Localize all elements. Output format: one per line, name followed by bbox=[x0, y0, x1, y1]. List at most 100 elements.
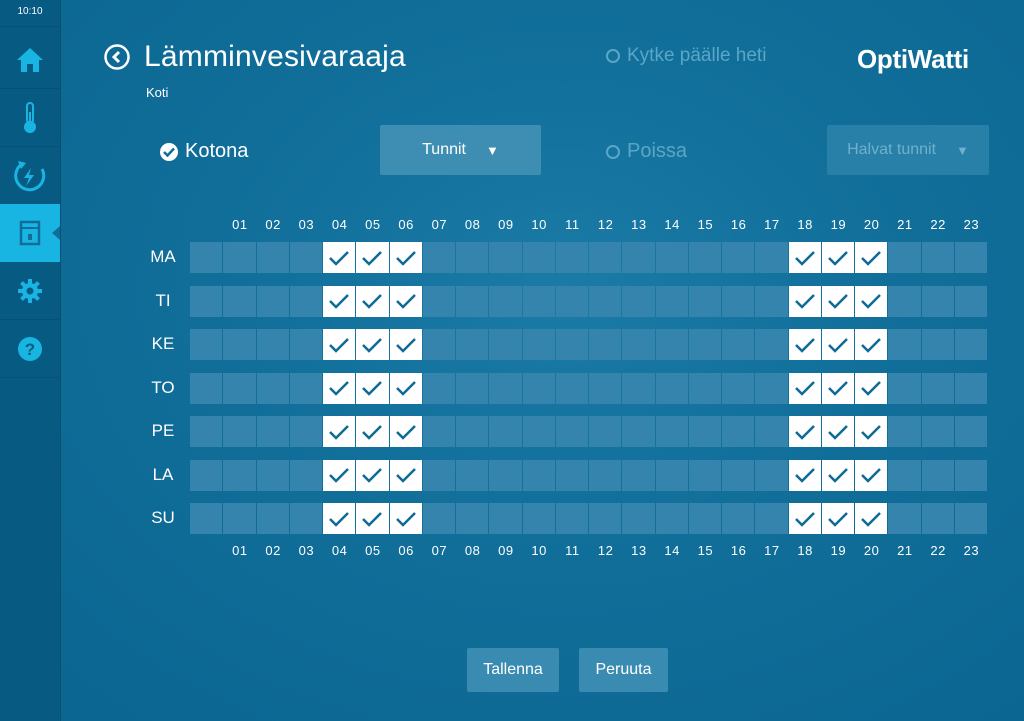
schedule-cell[interactable] bbox=[456, 459, 489, 491]
schedule-cell[interactable] bbox=[921, 242, 954, 273]
schedule-cell[interactable] bbox=[555, 503, 588, 534]
schedule-cell[interactable] bbox=[755, 503, 788, 534]
schedule-cell[interactable] bbox=[589, 242, 622, 273]
schedule-cell[interactable] bbox=[256, 416, 289, 447]
sidebar-item-home[interactable] bbox=[0, 31, 60, 89]
schedule-cell-checked[interactable] bbox=[855, 503, 888, 534]
schedule-cell[interactable] bbox=[289, 242, 322, 273]
schedule-cell-checked[interactable] bbox=[788, 242, 821, 273]
schedule-cell-checked[interactable] bbox=[389, 459, 422, 491]
schedule-cell[interactable] bbox=[190, 285, 223, 317]
schedule-cell[interactable] bbox=[256, 459, 289, 491]
schedule-cell-checked[interactable] bbox=[821, 285, 854, 317]
schedule-cell[interactable] bbox=[655, 503, 688, 534]
schedule-cell[interactable] bbox=[688, 372, 721, 404]
schedule-cell[interactable] bbox=[755, 242, 788, 273]
schedule-cell[interactable] bbox=[722, 372, 755, 404]
schedule-cell[interactable] bbox=[223, 329, 256, 360]
schedule-cell[interactable] bbox=[555, 372, 588, 404]
schedule-cell-checked[interactable] bbox=[855, 242, 888, 273]
schedule-cell[interactable] bbox=[688, 329, 721, 360]
schedule-cell[interactable] bbox=[589, 503, 622, 534]
schedule-cell[interactable] bbox=[954, 372, 987, 404]
schedule-cell-checked[interactable] bbox=[788, 416, 821, 447]
schedule-cell[interactable] bbox=[655, 416, 688, 447]
schedule-cell-checked[interactable] bbox=[356, 242, 389, 273]
schedule-cell-checked[interactable] bbox=[323, 503, 356, 534]
schedule-cell[interactable] bbox=[456, 285, 489, 317]
schedule-cell[interactable] bbox=[555, 416, 588, 447]
schedule-cell[interactable] bbox=[289, 416, 322, 447]
schedule-cell[interactable] bbox=[655, 372, 688, 404]
schedule-cell-checked[interactable] bbox=[389, 329, 422, 360]
schedule-cell[interactable] bbox=[755, 416, 788, 447]
schedule-cell-checked[interactable] bbox=[323, 459, 356, 491]
schedule-cell-checked[interactable] bbox=[788, 503, 821, 534]
schedule-cell[interactable] bbox=[622, 503, 655, 534]
schedule-cell-checked[interactable] bbox=[356, 329, 389, 360]
schedule-cell-checked[interactable] bbox=[323, 285, 356, 317]
schedule-cell[interactable] bbox=[456, 242, 489, 273]
schedule-cell-checked[interactable] bbox=[855, 459, 888, 491]
schedule-cell[interactable] bbox=[522, 503, 555, 534]
schedule-cell[interactable] bbox=[190, 459, 223, 491]
schedule-cell-checked[interactable] bbox=[389, 242, 422, 273]
away-hours-dropdown[interactable]: Halvat tunnit ▼ bbox=[827, 125, 989, 175]
schedule-cell[interactable] bbox=[888, 416, 921, 447]
schedule-cell[interactable] bbox=[655, 329, 688, 360]
schedule-cell[interactable] bbox=[422, 459, 455, 491]
schedule-cell[interactable] bbox=[589, 329, 622, 360]
schedule-cell[interactable] bbox=[555, 459, 588, 491]
schedule-cell[interactable] bbox=[589, 459, 622, 491]
switch-on-now-radio[interactable]: Kytke päälle heti bbox=[606, 45, 766, 67]
schedule-cell[interactable] bbox=[921, 285, 954, 317]
schedule-cell[interactable] bbox=[190, 242, 223, 273]
back-icon[interactable] bbox=[104, 44, 130, 70]
schedule-cell-checked[interactable] bbox=[389, 285, 422, 317]
schedule-cell-checked[interactable] bbox=[788, 285, 821, 317]
schedule-cell[interactable] bbox=[954, 242, 987, 273]
schedule-cell[interactable] bbox=[888, 503, 921, 534]
schedule-cell[interactable] bbox=[489, 285, 522, 317]
schedule-cell[interactable] bbox=[655, 285, 688, 317]
schedule-cell[interactable] bbox=[256, 372, 289, 404]
schedule-cell[interactable] bbox=[289, 459, 322, 491]
schedule-cell-checked[interactable] bbox=[356, 285, 389, 317]
schedule-cell[interactable] bbox=[256, 329, 289, 360]
schedule-cell-checked[interactable] bbox=[389, 372, 422, 404]
schedule-cell-checked[interactable] bbox=[855, 416, 888, 447]
schedule-cell[interactable] bbox=[190, 416, 223, 447]
schedule-cell[interactable] bbox=[489, 242, 522, 273]
schedule-cell[interactable] bbox=[522, 285, 555, 317]
sidebar-item-settings[interactable] bbox=[0, 262, 60, 320]
schedule-cell[interactable] bbox=[190, 503, 223, 534]
schedule-cell[interactable] bbox=[954, 459, 987, 491]
schedule-cell[interactable] bbox=[289, 329, 322, 360]
schedule-cell[interactable] bbox=[622, 285, 655, 317]
home-hours-dropdown[interactable]: Tunnit ▼ bbox=[380, 125, 541, 175]
schedule-cell[interactable] bbox=[456, 416, 489, 447]
schedule-cell[interactable] bbox=[223, 416, 256, 447]
schedule-cell[interactable] bbox=[655, 242, 688, 273]
schedule-cell[interactable] bbox=[489, 503, 522, 534]
sidebar-item-energy[interactable] bbox=[0, 147, 60, 205]
schedule-cell[interactable] bbox=[422, 285, 455, 317]
schedule-cell[interactable] bbox=[522, 329, 555, 360]
schedule-cell[interactable] bbox=[223, 242, 256, 273]
schedule-cell[interactable] bbox=[888, 372, 921, 404]
mode-away-radio[interactable]: Poissa bbox=[606, 140, 687, 163]
schedule-cell-checked[interactable] bbox=[389, 503, 422, 534]
schedule-cell[interactable] bbox=[921, 503, 954, 534]
schedule-cell-checked[interactable] bbox=[356, 503, 389, 534]
schedule-cell[interactable] bbox=[489, 459, 522, 491]
schedule-cell[interactable] bbox=[688, 242, 721, 273]
schedule-cell[interactable] bbox=[622, 372, 655, 404]
schedule-cell[interactable] bbox=[722, 503, 755, 534]
schedule-cell[interactable] bbox=[456, 372, 489, 404]
schedule-cell[interactable] bbox=[954, 416, 987, 447]
schedule-cell[interactable] bbox=[456, 329, 489, 360]
schedule-cell-checked[interactable] bbox=[821, 372, 854, 404]
schedule-cell[interactable] bbox=[223, 372, 256, 404]
schedule-cell[interactable] bbox=[755, 459, 788, 491]
schedule-cell-checked[interactable] bbox=[323, 242, 356, 273]
